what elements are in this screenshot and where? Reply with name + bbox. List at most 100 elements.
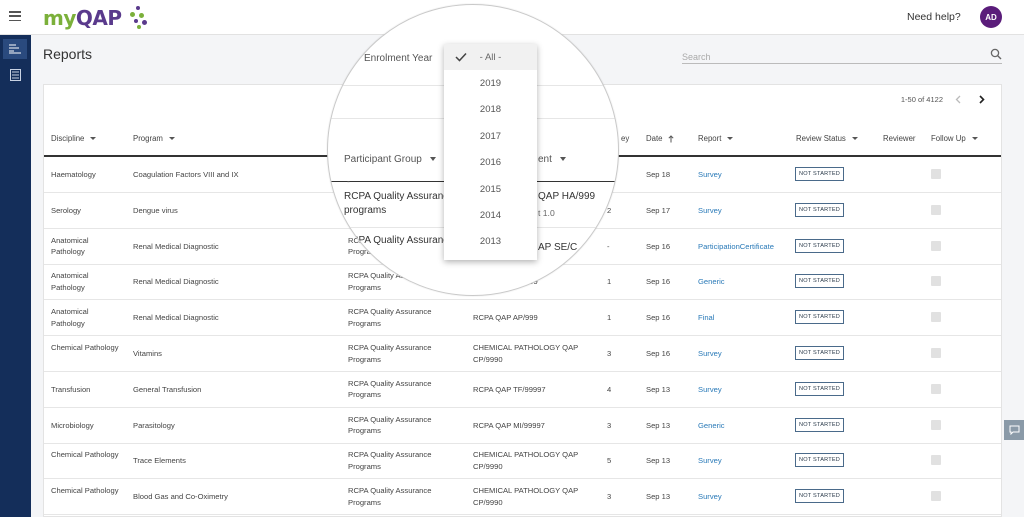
status-badge: NOT STARTED	[795, 489, 845, 504]
col-review-status[interactable]: Review Status	[796, 134, 858, 143]
cell-enrolment: RCPA QAP AP/999	[473, 313, 538, 323]
cell-program: Blood Gas and Co-Oximetry	[133, 492, 228, 502]
prev-page-icon[interactable]	[949, 91, 967, 107]
table-row[interactable]: Chemical Pathology Vitamins RCPA Quality A…	[44, 336, 1001, 372]
follow-up-checkbox[interactable]	[931, 204, 941, 215]
cell-discipline: Microbiology	[51, 420, 94, 430]
cell-discipline: Chemical Pathology	[51, 486, 119, 496]
follow-up-checkbox[interactable]	[931, 169, 941, 179]
table-row[interactable]: Anatomical Pathology Renal Medical Diagno…	[44, 300, 1001, 337]
col-survey[interactable]: ey	[621, 134, 629, 143]
dropdown-option[interactable]: 2017	[444, 123, 537, 149]
cell-date: Sep 13	[646, 456, 671, 466]
dropdown-option[interactable]: 2013	[444, 229, 537, 255]
status-badge: NOT STARTED	[795, 310, 845, 325]
col-report[interactable]: Report	[698, 134, 734, 143]
cell-program: Renal Medical Diagnostic	[133, 241, 219, 251]
cell-program: Coagulation Factors VIII and IX	[133, 170, 239, 179]
chat-icon[interactable]	[1004, 420, 1024, 440]
follow-up-checkbox[interactable]	[931, 312, 941, 323]
search-icon[interactable]	[990, 48, 1002, 60]
left-rail	[0, 35, 31, 517]
logo-dots-icon	[127, 6, 149, 30]
menu-icon[interactable]	[9, 11, 21, 22]
search-field	[682, 47, 1002, 64]
enrolment-year-dropdown: 2013 2014 2015 2016 2017 2018 2019- All -	[444, 44, 537, 260]
search-input[interactable]	[682, 50, 982, 62]
next-page-icon[interactable]	[973, 91, 991, 107]
cell-report-link[interactable]: Survey	[698, 491, 722, 503]
follow-up-checkbox[interactable]	[931, 383, 941, 394]
cell-participant-group: RCPA Quality Assurance Programs	[348, 414, 432, 436]
pagination: 1-50 of 4122	[901, 91, 991, 107]
status-badge: NOT STARTED	[795, 274, 845, 289]
cell-survey: 3	[607, 492, 612, 502]
reports-nav-icon[interactable]	[3, 39, 27, 59]
status-badge: NOT STARTED	[795, 417, 845, 432]
cell-report-link[interactable]: Survey	[698, 205, 722, 217]
follow-up-checkbox[interactable]	[931, 419, 941, 430]
cell-report-link[interactable]: ParticipationCertificate	[698, 241, 774, 253]
cell-program: Parasitology	[133, 420, 175, 430]
cell-enrolment: CHEMICAL PATHOLOGY QAP CP/9990	[473, 450, 579, 471]
cell-enrolment: RCPA QAP TF/99997	[473, 384, 546, 394]
cell-report-link[interactable]: Survey	[698, 348, 722, 360]
page-title: Reports	[43, 46, 93, 62]
cell-date: Sep 13	[646, 492, 671, 502]
table-row[interactable]: Microbiology Parasitology RCPA Quality Ass…	[44, 408, 1001, 444]
dropdown-option[interactable]: 2015	[444, 176, 537, 202]
cell-participant-group: RCPA Quality Assurance Programs	[348, 378, 432, 400]
cell-participant-group: RCPA Quality Assurance Programs	[348, 307, 432, 328]
status-badge: NOT STARTED	[795, 381, 845, 396]
follow-up-checkbox[interactable]	[931, 491, 941, 502]
cell-program: Renal Medical Diagnostic	[133, 313, 219, 323]
cell-report-link[interactable]: Survey	[698, 384, 722, 396]
cell-program: Renal Medical Diagnostic	[133, 277, 219, 287]
cell-survey: 3	[607, 420, 612, 430]
cell-participant-group: RCPA Quality Assurance Programs	[348, 486, 432, 507]
cell-report-link[interactable]: Generic	[698, 276, 725, 288]
col-reviewer[interactable]: Reviewer	[883, 134, 916, 143]
follow-up-checkbox[interactable]	[931, 240, 941, 251]
need-help-link[interactable]: Need help?	[907, 11, 961, 23]
follow-up-checkbox[interactable]	[931, 276, 941, 287]
col-date[interactable]: Date	[646, 134, 675, 143]
cell-program: Vitamins	[133, 349, 162, 358]
dropdown-option[interactable]: 2016	[444, 150, 537, 176]
status-badge: NOT STARTED	[795, 453, 845, 468]
avatar[interactable]: AD	[980, 6, 1002, 28]
cell-discipline: Anatomical Pathology	[51, 235, 89, 257]
dropdown-option[interactable]: 2019	[444, 70, 537, 96]
cell-program: Dengue virus	[133, 205, 178, 215]
dropdown-option[interactable]: 2014	[444, 202, 537, 228]
enrolment-year-label: Enrolment Year	[364, 53, 433, 64]
col-program[interactable]: Program	[133, 134, 175, 143]
cell-discipline: Haematology	[51, 170, 96, 179]
pagination-range: 1-50 of 4122	[900, 94, 943, 104]
participant-group-filter[interactable]: Participant Group	[344, 154, 436, 165]
cell-discipline: Chemical Pathology	[51, 450, 119, 460]
col-follow-up[interactable]: Follow Up	[931, 134, 978, 143]
cell-report-link[interactable]: Generic	[698, 420, 725, 432]
cell-report-link[interactable]: Final	[698, 312, 714, 324]
cell-survey: 1	[607, 313, 612, 323]
cell-date: Sep 18	[646, 170, 671, 179]
cell-discipline: Chemical Pathology	[51, 343, 119, 352]
enrolment-column-header[interactable]: ent	[538, 154, 566, 165]
cell-report-link[interactable]: Survey	[698, 455, 722, 467]
table-row[interactable]: Transfusion General Transfusion RCPA Quali…	[44, 372, 1001, 408]
table-row[interactable]: Chemical Pathology Blood Gas and Co-Oxime…	[44, 479, 1001, 516]
document-nav-icon[interactable]	[3, 65, 27, 85]
dropdown-option[interactable]: 2018	[444, 97, 537, 123]
follow-up-checkbox[interactable]	[931, 348, 941, 358]
table-row[interactable]: Chemical Pathology Trace Elements RCPA Qua…	[44, 443, 1001, 480]
app-logo[interactable]: myQAP	[43, 5, 149, 31]
cell-date: Sep 13	[646, 384, 671, 394]
cell-discipline: Anatomical Pathology	[51, 271, 89, 292]
cell-report-link[interactable]: Survey	[698, 169, 722, 181]
cell-program: Trace Elements	[133, 456, 186, 466]
cell-survey: 5	[607, 456, 612, 466]
cell-survey: 3	[607, 349, 612, 358]
col-discipline[interactable]: Discipline	[51, 134, 97, 143]
follow-up-checkbox[interactable]	[931, 455, 941, 466]
